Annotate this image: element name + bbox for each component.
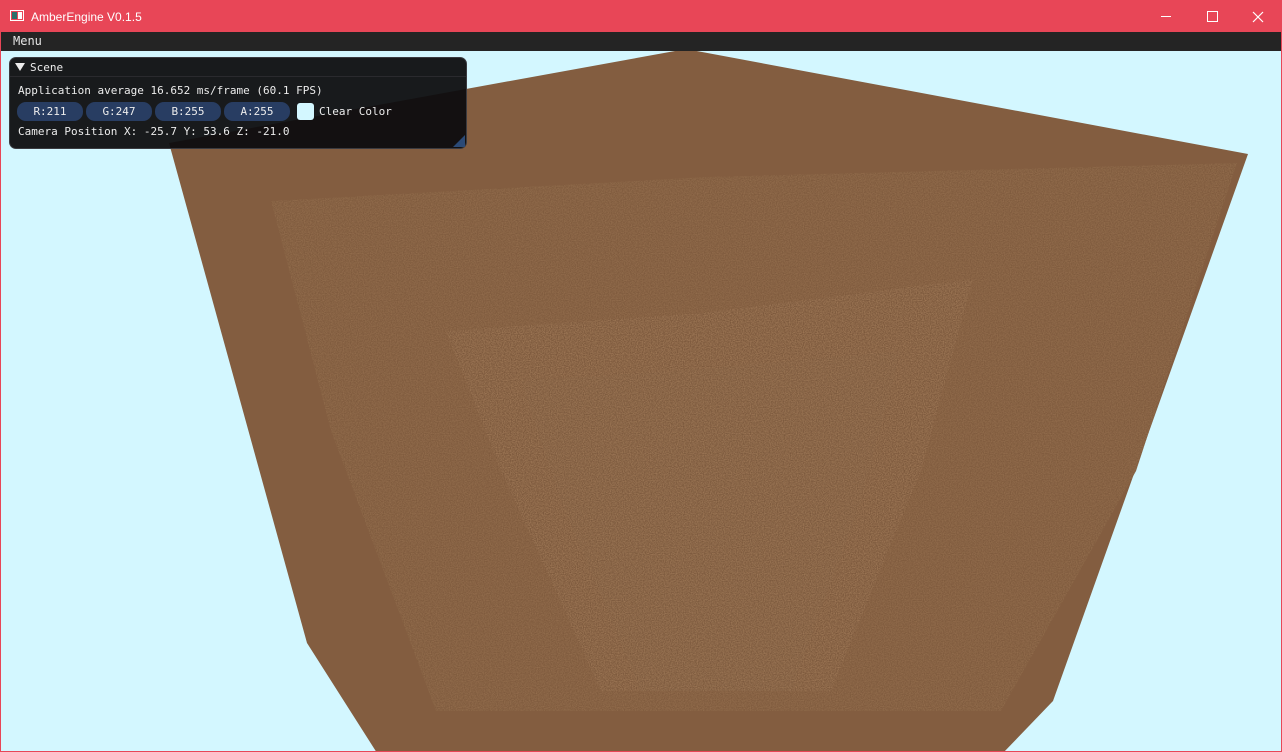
scene-panel[interactable]: Scene Application average 16.652 ms/fram… — [9, 57, 467, 149]
collapse-triangle-icon[interactable] — [15, 63, 25, 71]
frame-stats: Application average 16.652 ms/frame (60.… — [18, 84, 323, 97]
app-icon — [10, 10, 24, 21]
clear-color-label: Clear Color — [319, 105, 392, 118]
resize-grip-icon[interactable] — [453, 135, 465, 147]
menu-bar: Menu — [1, 32, 1281, 51]
clear-color-r-field[interactable]: R:211 — [17, 102, 83, 121]
clear-color-a-field[interactable]: A:255 — [224, 102, 290, 121]
maximize-icon — [1206, 11, 1218, 22]
window-title: AmberEngine V0.1.5 — [31, 10, 142, 24]
maximize-button[interactable] — [1189, 1, 1235, 32]
close-icon — [1252, 11, 1264, 22]
scene-viewport[interactable] — [1, 51, 1281, 751]
minimize-icon — [1161, 16, 1171, 17]
app-window: AmberEngine V0.1.5 Menu Scene Applicatio… — [0, 0, 1282, 752]
scene-panel-title: Scene — [30, 61, 64, 74]
clear-color-g-field[interactable]: G:247 — [86, 102, 152, 121]
close-button[interactable] — [1235, 1, 1281, 32]
menu-button[interactable]: Menu — [13, 32, 42, 51]
clear-color-swatch[interactable] — [297, 103, 314, 120]
camera-position: Camera Position X: -25.7 Y: 53.6 Z: -21.… — [18, 125, 290, 138]
title-bar[interactable]: AmberEngine V0.1.5 — [1, 1, 1281, 32]
clear-color-b-field[interactable]: B:255 — [155, 102, 221, 121]
scene-panel-header[interactable]: Scene — [10, 58, 466, 77]
minimize-button[interactable] — [1143, 1, 1189, 32]
